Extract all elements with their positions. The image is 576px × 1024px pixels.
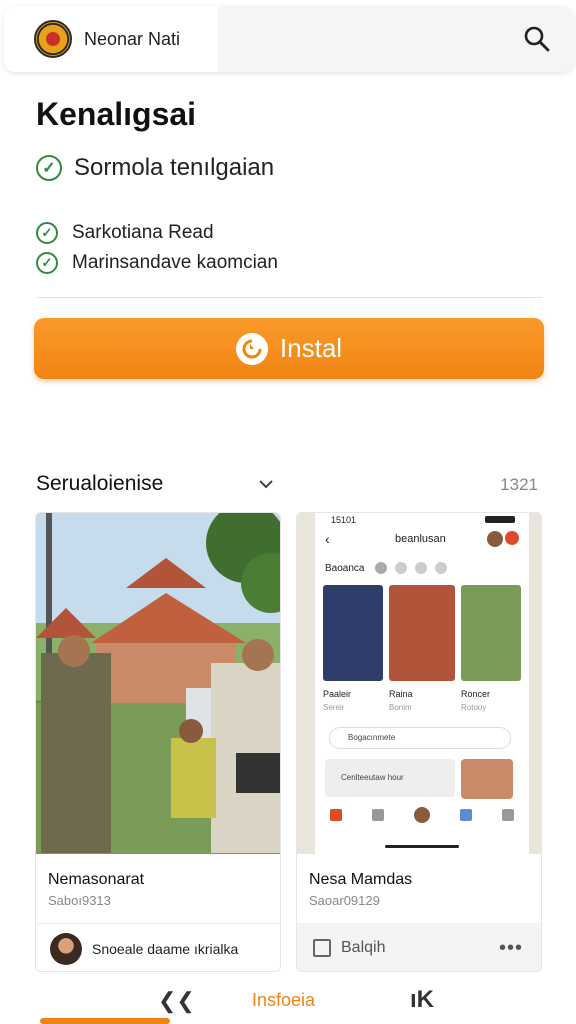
phone-screenshot: 15101 ‹ beanlusan Baoanca Paaleir Raina …	[297, 513, 541, 854]
phone-tabbar	[315, 801, 529, 829]
card-footer[interactable]: Snoeale daame ıkrialka	[36, 923, 280, 971]
phone-back-icon: ‹	[325, 531, 330, 547]
phone-banner: Cenlteeutaw hour	[325, 759, 455, 797]
phone-item-label: Roncer	[461, 689, 491, 699]
feature-item: ✓ Marinsandave kaomcian	[36, 252, 278, 274]
phone-item-sub: Bonim	[389, 703, 412, 712]
phone-screen: 15101 ‹ beanlusan Baoanca Paaleir Raina …	[315, 513, 529, 854]
avatar	[50, 932, 82, 965]
install-icon	[235, 332, 268, 365]
card-footer-text: Snoeale daame ıkrialka	[92, 940, 239, 957]
card-footer[interactable]: Balqih •••	[297, 923, 541, 971]
section-count: 1321	[500, 475, 538, 494]
phone-title: beanlusan	[395, 533, 446, 545]
phone-search: Bogacınmete	[329, 727, 511, 749]
phone-search-text: Bogacınmete	[348, 733, 396, 742]
check-icon: ✓	[36, 252, 58, 274]
feature-item-label: Sarkotiana Read	[72, 222, 214, 243]
screenshot-card[interactable]: Nemasonarat Saboı9313 Snoeale daame ıkri…	[35, 512, 281, 972]
nav-right-button[interactable]: ıK	[410, 986, 434, 1014]
checkbox[interactable]	[313, 939, 331, 957]
card-title: Nesa Mamdas	[309, 871, 413, 888]
phone-item-sub: Rotooy	[461, 703, 487, 712]
phone-badge	[505, 531, 519, 545]
card-subtitle: Saboı9313	[48, 893, 111, 908]
screenshot-card[interactable]: 15101 ‹ beanlusan Baoanca Paaleir Raina …	[296, 512, 542, 972]
phone-signal-icon	[485, 516, 515, 523]
check-icon: ✓	[36, 155, 62, 181]
chevron-down-icon[interactable]	[256, 474, 276, 494]
card-title: Nemasonarat	[48, 871, 145, 888]
checkbox-label: Balqih	[341, 939, 386, 956]
divider	[36, 297, 542, 298]
phone-avatar	[487, 531, 503, 547]
search-icon[interactable]	[522, 24, 552, 54]
card-subtitle: Saoar09129	[309, 893, 380, 908]
more-options-icon[interactable]: •••	[499, 937, 523, 960]
phone-item-label: Paaleir	[323, 689, 352, 699]
phone-banner-img	[461, 759, 513, 799]
phone-thumb	[389, 585, 455, 681]
phone-item-sub: Sereir	[323, 703, 345, 712]
accent-indicator	[40, 1018, 170, 1024]
phone-time: 15101	[331, 515, 357, 525]
back-nav-button[interactable]: ❮❮	[158, 988, 195, 1014]
top-bar: Neonar Nati	[4, 6, 574, 72]
app-logo	[34, 20, 72, 58]
phone-chips	[375, 562, 449, 574]
app-name: Neonar Nati	[84, 28, 181, 49]
feature-main: ✓ Sormola tenılgaian	[36, 154, 274, 182]
phone-home-indicator	[385, 845, 459, 848]
check-icon: ✓	[36, 222, 58, 244]
nav-center-label[interactable]: Insfoeia	[252, 990, 315, 1011]
section-title: Serualoienise	[36, 472, 164, 495]
brand[interactable]: Neonar Nati	[4, 6, 218, 72]
village-photo	[36, 513, 280, 854]
feature-item-label: Marinsandave kaomcian	[72, 252, 278, 273]
phone-tab: Baoanca	[325, 563, 365, 574]
page-title: Kenalıgsai	[36, 96, 197, 132]
phone-thumb	[461, 585, 521, 681]
install-label: Instal	[279, 333, 343, 363]
phone-banner-text: Cenlteeutaw hour	[341, 773, 404, 782]
phone-item-label: Raina	[389, 689, 413, 699]
phone-thumb	[323, 585, 383, 681]
feature-main-label: Sormola tenılgaian	[74, 154, 275, 181]
feature-item: ✓ Sarkotiana Read	[36, 222, 214, 244]
install-button[interactable]: Instal	[34, 318, 544, 379]
